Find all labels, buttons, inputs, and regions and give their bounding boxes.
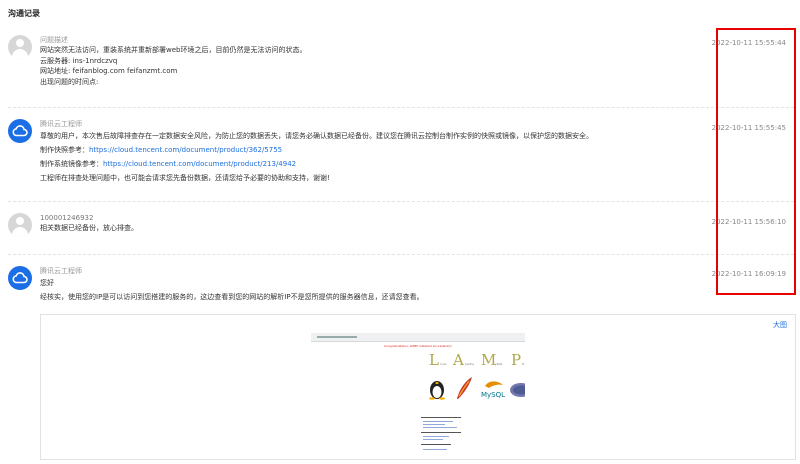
logo-letter: A [453, 351, 464, 369]
text-line [423, 439, 443, 440]
snapshot-link[interactable]: https://cloud.tencent.com/document/produ… [89, 146, 282, 154]
sender-name: 腾讯云工程师 [40, 267, 82, 275]
text-line [421, 432, 461, 433]
message-line: 制作系统镜像参考：https://cloud.tencent.com/docum… [40, 157, 593, 171]
attached-screenshot[interactable]: 大图 Congratulations, LNMP installed succe… [40, 314, 796, 460]
message-entry: 问题描述 网站突然无法访问，重装系统并重新部署web环境之后，目前仍然是无法访问… [8, 35, 794, 105]
message-line: 网站地址: feifanblog.com feifanzmt.com [40, 67, 178, 75]
text-line [423, 449, 447, 450]
message-content: 腾讯云工程师 您好 经核实，使用您的IP是可以访问到您搭建的服务的，这边查看到您… [40, 266, 424, 304]
text-line [421, 417, 461, 418]
text-line [423, 424, 445, 425]
message-line: 相关数据已经备份，放心排查。 [40, 224, 138, 232]
message-entry: 腾讯云工程师 您好 经核实，使用您的IP是可以访问到您搭建的服务的，这边查看到您… [8, 266, 794, 306]
timestamp-highlight-box [716, 28, 796, 295]
install-banner: Congratulations, LNMP installed successf… [383, 344, 453, 348]
tux-penguin-icon [429, 381, 445, 400]
image-link[interactable]: https://cloud.tencent.com/document/produ… [103, 160, 296, 168]
text-line [423, 421, 453, 422]
text-line [423, 436, 449, 437]
message-line: 您好 [40, 279, 54, 287]
browser-bar [311, 333, 525, 342]
avatar [8, 266, 32, 290]
logo-word: pache [465, 362, 475, 366]
apache-feather-icon [457, 377, 472, 399]
screenshot-preview: Congratulations, LNMP installed successf… [311, 333, 525, 457]
message-entry: 100001246932 相关数据已经备份，放心排查。 2022-10-11 1… [8, 213, 794, 243]
lamp-logo: L inux A pache M ySQL P H [429, 352, 525, 372]
avatar [8, 119, 32, 143]
php-logo-icon [510, 383, 525, 397]
message-content: 腾讯云工程师 尊敬的用户，本次售后故障排查存在一定数据安全风险，为防止您的数据丢… [40, 119, 593, 185]
message-line: 经核实，使用您的IP是可以访问到您搭建的服务的，这边查看到您的网站的解析IP不是… [40, 293, 424, 301]
logo-letter: L [429, 351, 439, 369]
sender-name: 问题描述 [40, 36, 68, 44]
message-entry: 腾讯云工程师 尊敬的用户，本次售后故障排查存在一定数据安全风险，为防止您的数据丢… [8, 119, 794, 199]
sender-name: 100001246932 [40, 214, 94, 222]
message-line: 网站突然无法访问，重装系统并重新部署web环境之后，目前仍然是无法访问的状态。 [40, 46, 307, 54]
logo-word: inux [440, 362, 447, 366]
logo-word: H [522, 362, 525, 366]
avatar [8, 213, 32, 237]
message-line: 工程师在排查处理问题中，也可能会请求您先备份数据，还请您给予必要的协助和支持，谢… [40, 174, 330, 182]
message-content: 问题描述 网站突然无法访问，重装系统并重新部署web环境之后，目前仍然是无法访问… [40, 35, 306, 87]
divider [8, 254, 794, 255]
message-line: 云服务器: ins-1nrdczvq [40, 56, 118, 65]
svg-text:MySQL: MySQL [481, 391, 505, 399]
mysql-dolphin-icon: MySQL [481, 381, 505, 399]
avatar [8, 35, 32, 59]
cloud-icon [12, 272, 28, 284]
cloud-icon [12, 125, 28, 137]
image-label: 制作系统镜像参考： [40, 160, 103, 168]
logo-letter: P [511, 351, 522, 369]
message-content: 100001246932 相关数据已经备份，放心排查。 [40, 213, 138, 234]
message-line: 尊敬的用户，本次售后故障排查存在一定数据安全风险，为防止您的数据丢失，请您务必确… [40, 132, 593, 140]
message-line: 制作快照参考：https://cloud.tencent.com/documen… [40, 143, 593, 157]
text-line [423, 427, 457, 428]
snapshot-label: 制作快照参考： [40, 146, 89, 154]
sender-name: 腾讯云工程师 [40, 120, 82, 128]
page-title: 沟通记录 [8, 9, 40, 18]
text-line [421, 444, 451, 445]
divider [8, 201, 794, 202]
divider [8, 107, 794, 108]
message-line: 出现问题的时间点: [40, 77, 99, 86]
logo-word: ySQL [495, 362, 503, 366]
expand-image-link[interactable]: 大图 [773, 320, 787, 330]
